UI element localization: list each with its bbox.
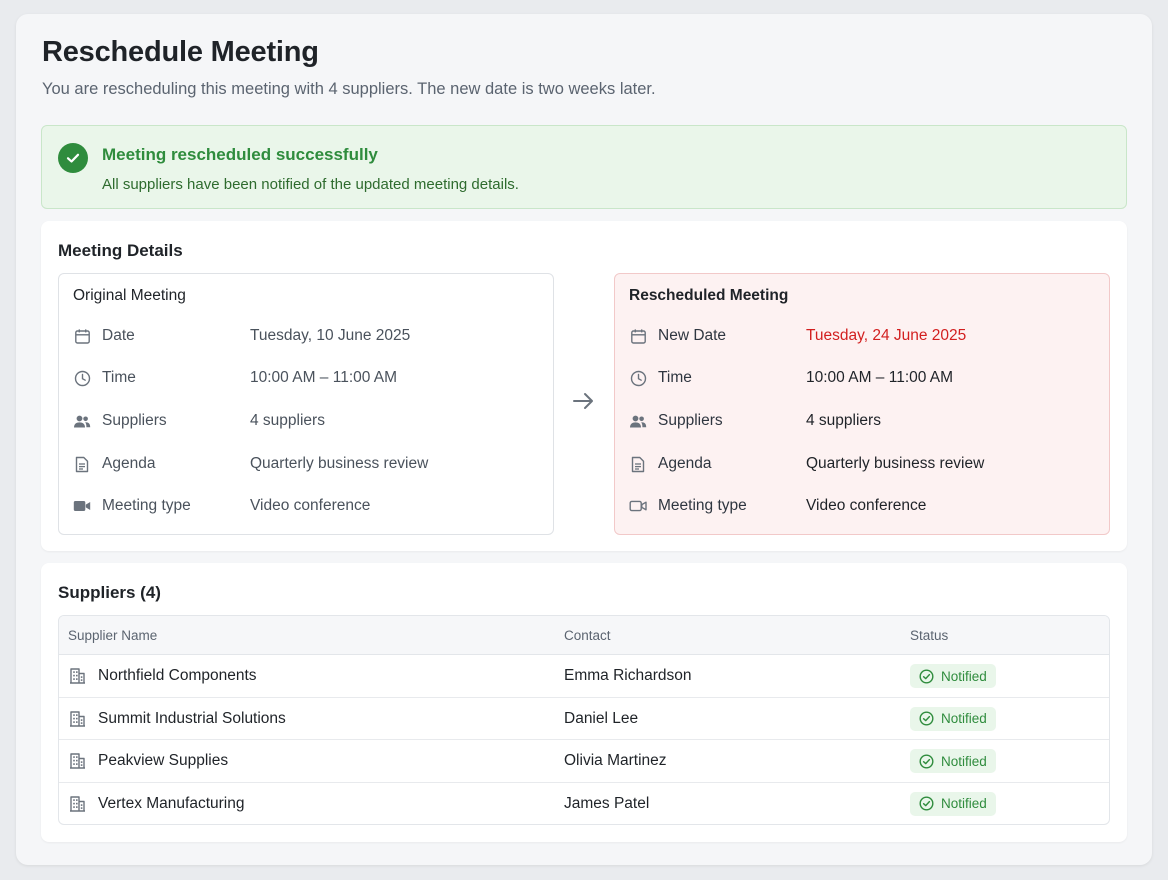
meeting-details-card: Meeting Details Original Meeting Date Tu… (41, 221, 1127, 551)
banner-text: All suppliers have been notified of the … (102, 176, 519, 193)
suppliers-card: Suppliers (4) Supplier Name Contact Stat… (41, 563, 1127, 842)
status-text: Notified (941, 796, 987, 811)
status-text: Notified (941, 711, 987, 726)
table-row[interactable]: Vertex Manufacturing James Patel Notifie… (59, 783, 1109, 825)
table-row[interactable]: Peakview Supplies Olivia Martinez Notifi… (59, 740, 1109, 783)
meeting-details-title: Meeting Details (58, 241, 183, 260)
building-icon (70, 795, 85, 812)
page-title: Reschedule Meeting (42, 36, 319, 68)
check-circle-icon (919, 796, 934, 811)
original-date-row: Date Tuesday, 10 June 2025 (73, 324, 543, 348)
new-time-value: 10:00 AM – 11:00 AM (806, 369, 954, 386)
calendar-icon (629, 327, 647, 345)
table-header: Supplier Name Contact Status (59, 616, 1109, 655)
new-date-value: Tuesday, 24 June 2025 (806, 327, 967, 344)
supplier-name: Vertex Manufacturing (98, 794, 245, 812)
new-type-value: Video conference (806, 497, 927, 514)
original-suppliers-row: Suppliers 4 suppliers (73, 409, 543, 433)
building-icon (70, 753, 85, 769)
suppliers-title: Suppliers (4) (58, 583, 161, 602)
new-agenda-row: Agenda Quarterly business review (629, 452, 1099, 476)
check-circle-icon (58, 143, 88, 173)
new-date-row: New Date Tuesday, 24 June 2025 (629, 324, 1099, 348)
new-time-label: Time (658, 369, 692, 386)
video-icon (73, 497, 91, 515)
check-circle-icon (919, 711, 934, 726)
column-header-supplier-name[interactable]: Supplier Name (68, 628, 157, 643)
clock-icon (73, 369, 91, 387)
check-circle-icon (919, 668, 934, 684)
supplier-contact: James Patel (564, 794, 650, 812)
original-suppliers-label: Suppliers (102, 412, 167, 429)
table-row[interactable]: Northfield Components Emma Richardson No… (59, 655, 1109, 698)
original-type-value: Video conference (250, 497, 371, 514)
original-date-label: Date (102, 327, 135, 344)
table-row[interactable]: Summit Industrial Solutions Daniel Lee N… (59, 698, 1109, 740)
new-suppliers-value: 4 suppliers (806, 412, 881, 429)
new-agenda-value: Quarterly business review (806, 455, 985, 472)
status-text: Notified (941, 753, 987, 769)
new-type-row: Meeting type Video conference (629, 494, 1099, 518)
status-text: Notified (941, 668, 987, 684)
original-time-value: 10:00 AM – 11:00 AM (250, 369, 398, 386)
original-agenda-label: Agenda (102, 455, 156, 472)
rescheduled-meeting-panel: Rescheduled Meeting New Date Tuesday, 24… (614, 273, 1110, 535)
success-banner: Meeting rescheduled successfully All sup… (41, 125, 1127, 209)
original-meeting-heading: Original Meeting (73, 287, 186, 304)
status-badge: Notified (910, 749, 996, 773)
original-suppliers-value: 4 suppliers (250, 412, 325, 429)
supplier-name: Summit Industrial Solutions (98, 709, 286, 727)
building-icon (70, 710, 85, 727)
supplier-name: Northfield Components (98, 667, 257, 684)
rescheduled-meeting-heading: Rescheduled Meeting (629, 287, 789, 304)
status-badge: Notified (910, 664, 996, 688)
reschedule-window: Reschedule Meeting You are rescheduling … (16, 14, 1152, 865)
original-agenda-row: Agenda Quarterly business review (73, 452, 543, 476)
new-suppliers-label: Suppliers (658, 412, 723, 429)
original-time-label: Time (102, 369, 136, 386)
new-time-row: Time 10:00 AM – 11:00 AM (629, 366, 1099, 390)
column-header-contact[interactable]: Contact (564, 628, 611, 643)
calendar-icon (73, 327, 91, 345)
building-icon (70, 668, 85, 684)
users-icon (629, 412, 647, 430)
column-header-status[interactable]: Status (910, 628, 948, 643)
status-badge: Notified (910, 706, 996, 731)
arrow-right-icon (573, 393, 593, 409)
suppliers-table: Supplier Name Contact Status Northfield … (58, 615, 1110, 825)
document-icon (73, 455, 91, 473)
original-type-row: Meeting type Video conference (73, 494, 543, 518)
new-agenda-label: Agenda (658, 455, 712, 472)
supplier-contact: Daniel Lee (564, 709, 639, 727)
new-type-label: Meeting type (658, 497, 747, 514)
original-type-label: Meeting type (102, 497, 191, 514)
status-badge: Notified (910, 791, 996, 816)
video-icon (629, 497, 647, 515)
clock-icon (629, 369, 647, 387)
supplier-contact: Emma Richardson (564, 667, 692, 684)
original-date-value: Tuesday, 10 June 2025 (250, 327, 411, 344)
original-time-row: Time 10:00 AM – 11:00 AM (73, 366, 543, 390)
new-suppliers-row: Suppliers 4 suppliers (629, 409, 1099, 433)
original-agenda-value: Quarterly business review (250, 455, 429, 472)
supplier-name: Peakview Supplies (98, 752, 229, 769)
document-icon (629, 455, 647, 473)
new-date-label: New Date (658, 327, 727, 344)
page-subtitle: You are rescheduling this meeting with 4… (42, 80, 656, 98)
supplier-contact: Olivia Martinez (564, 752, 667, 769)
check-circle-icon (919, 753, 934, 769)
original-meeting-panel: Original Meeting Date Tuesday, 10 June 2… (58, 273, 554, 535)
users-icon (73, 412, 91, 430)
banner-title: Meeting rescheduled successfully (102, 145, 378, 164)
